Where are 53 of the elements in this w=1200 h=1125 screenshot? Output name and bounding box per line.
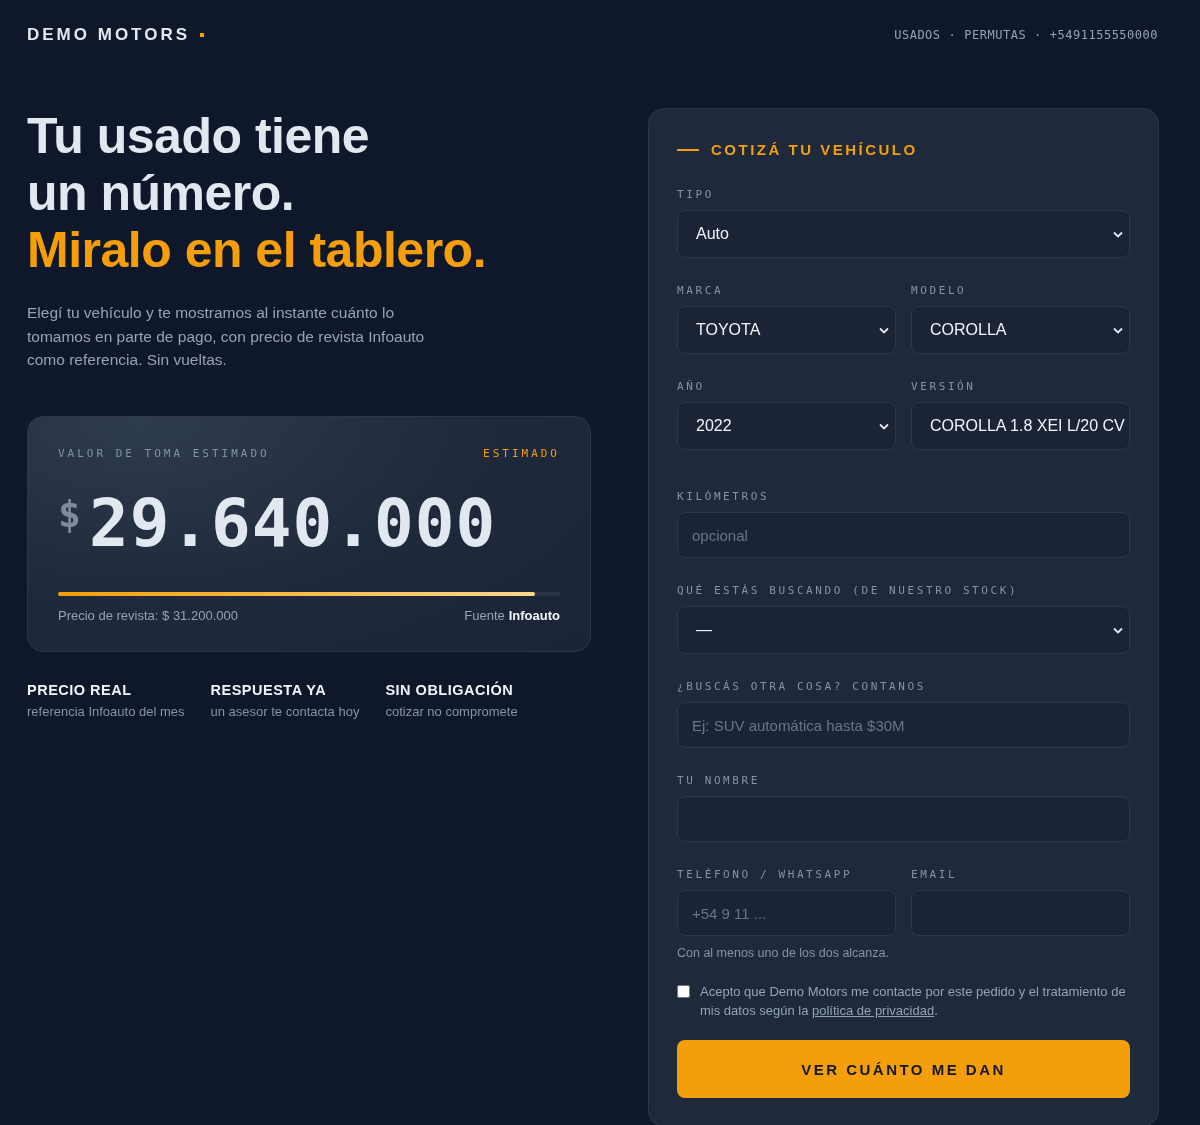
hero-description: Elegí tu vehículo y te mostramos al instante cuánto lo tomamos en parte de pago, con precio de revista Infoauto como referencia. Sin vueltas.	[27, 303, 426, 370]
field-label: AÑO	[677, 380, 706, 393]
feature-text: cotizar no compromete	[385, 703, 518, 719]
submit-button[interactable]: VER CUÁNTO ME DAN	[677, 1040, 1130, 1098]
reference-price: Precio de revista: $ 31.200.000	[58, 607, 238, 623]
field-label: EMAIL	[911, 868, 959, 881]
brand-logo[interactable]: DEMO MOTORS	[27, 25, 191, 45]
currency-symbol: $	[58, 491, 81, 536]
feature-title: RESPUESTA YA	[210, 681, 328, 698]
chevron-icon	[879, 422, 889, 430]
field-label: TIPO	[677, 188, 715, 201]
chevron-icon	[1113, 326, 1123, 334]
dropdown[interactable]: Auto	[677, 210, 1130, 258]
field-label: VERSIÓN	[911, 380, 977, 393]
hint-text: Con al menos uno de los dos alcanza.	[677, 946, 889, 960]
dropdown[interactable]: COROLLA	[911, 306, 1130, 354]
chevron-icon	[1113, 626, 1123, 634]
estimated-value: 29.640.000	[88, 483, 497, 564]
nav-link[interactable]: PERMUTAS	[964, 28, 1027, 42]
separator: ·	[1034, 28, 1042, 42]
chevron-icon	[1113, 230, 1123, 238]
field-label: TELÉFONO / WHATSAPP	[677, 868, 854, 881]
hero-title: Tu usado tiene	[27, 108, 371, 165]
field-label: ¿BUSCÁS OTRA COSA? CONTANOS	[677, 680, 927, 693]
card-label: VALOR DE TOMA ESTIMADO	[58, 446, 270, 460]
nav-link[interactable]: USADOS	[894, 28, 941, 42]
hero-title: un número.	[27, 165, 296, 222]
dropdown[interactable]: TOYOTA	[677, 306, 896, 354]
input-field[interactable]: opcional	[677, 512, 1130, 558]
status-label: ESTIMADO	[483, 446, 560, 460]
hero-highlight: Miralo en el tablero.	[27, 222, 488, 279]
field-label: QUÉ ESTÁS BUSCANDO (DE NUESTRO STOCK)	[677, 584, 1020, 597]
feature-title: PRECIO REAL	[27, 681, 133, 698]
source-label: Fuente	[464, 607, 505, 623]
dropdown[interactable]: 2022	[677, 402, 896, 450]
field-label: TU NOMBRE	[677, 774, 761, 787]
feature-text: referencia Infoauto del mes	[27, 703, 185, 719]
field-label: KILÓMETROS	[677, 490, 771, 503]
field-label: MARCA	[677, 284, 725, 297]
separator: ·	[948, 28, 957, 42]
chevron-icon	[879, 326, 889, 334]
dropdown[interactable]: COROLLA 1.8 XEI L/20 CV	[911, 402, 1130, 450]
input-field[interactable]: Ej: SUV automática hasta $30M	[677, 702, 1130, 748]
consent-text: Acepto que Demo Motors me contacte por este pedido y el tratamiento de mis datos según la política de privacidad.	[700, 983, 1127, 1020]
field-label: MODELO	[911, 284, 968, 297]
source-name: Infoauto	[508, 607, 560, 623]
form-title: COTIZÁ TU VEHÍCULO	[711, 141, 918, 158]
dropdown[interactable]: —	[677, 606, 1130, 654]
feature-text: un asesor te contacta hoy	[210, 703, 360, 719]
consent-checkbox[interactable]	[677, 985, 690, 998]
nav-link[interactable]: +5491155550000	[1049, 28, 1158, 42]
input-field[interactable]: +54 9 11 ...	[677, 890, 896, 936]
feature-title: SIN OBLIGACIÓN	[385, 681, 515, 698]
